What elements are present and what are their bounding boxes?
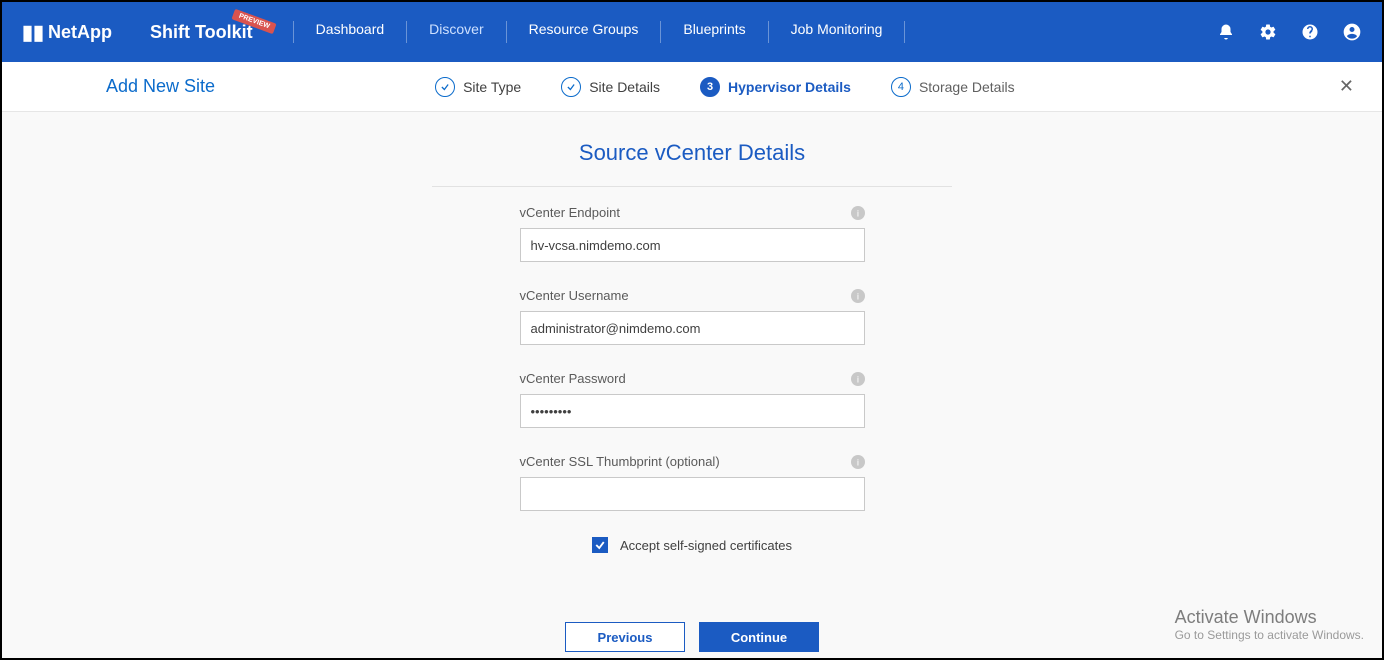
accept-self-signed-checkbox[interactable] (592, 537, 608, 553)
step-storage-details[interactable]: 4 Storage Details (891, 77, 1015, 97)
field-thumbprint: vCenter SSL Thumbprint (optional) i (520, 454, 865, 511)
step-label: Hypervisor Details (728, 79, 851, 95)
close-icon[interactable]: ✕ (1331, 72, 1362, 101)
field-username: vCenter Username i (520, 288, 865, 345)
page-title: Add New Site (106, 76, 215, 97)
svg-text:i: i (856, 374, 858, 385)
nav-separator (904, 21, 905, 43)
windows-activation-watermark: Activate Windows Go to Settings to activ… (1175, 607, 1364, 642)
vcenter-endpoint-input[interactable] (520, 228, 865, 262)
info-icon[interactable]: i (851, 289, 865, 303)
info-icon[interactable]: i (851, 206, 865, 220)
user-icon[interactable] (1342, 22, 1362, 42)
vcenter-username-input[interactable] (520, 311, 865, 345)
watermark-sub: Go to Settings to activate Windows. (1175, 628, 1364, 642)
check-icon (435, 77, 455, 97)
continue-button[interactable]: Continue (699, 622, 819, 652)
nav-discover[interactable]: Discover (407, 21, 505, 43)
check-icon (561, 77, 581, 97)
vcenter-form: vCenter Endpoint i vCenter Username i vC… (520, 205, 865, 553)
divider (432, 186, 952, 187)
watermark-title: Activate Windows (1175, 607, 1364, 628)
field-label: vCenter Endpoint (520, 205, 620, 220)
info-icon[interactable]: i (851, 372, 865, 386)
step-number: 4 (891, 77, 911, 97)
step-label: Storage Details (919, 79, 1015, 95)
brand-name: NetApp (48, 22, 112, 43)
product-name: Shift Toolkit PREVIEW (150, 22, 253, 43)
step-site-details[interactable]: Site Details (561, 77, 660, 97)
step-hypervisor-details[interactable]: 3 Hypervisor Details (700, 77, 851, 97)
top-header: ▮▮ NetApp Shift Toolkit PREVIEW Dashboar… (2, 2, 1382, 62)
bell-icon[interactable] (1216, 22, 1236, 42)
brand-logo: ▮▮ NetApp (22, 20, 112, 45)
wizard-steps: Site Type Site Details 3 Hypervisor Deta… (435, 77, 1015, 97)
nav-resource-groups[interactable]: Resource Groups (507, 21, 661, 43)
brand-mark-icon: ▮▮ (22, 20, 44, 45)
vcenter-thumbprint-input[interactable] (520, 477, 865, 511)
nav-dashboard[interactable]: Dashboard (294, 21, 407, 43)
vcenter-password-input[interactable] (520, 394, 865, 428)
field-label: vCenter SSL Thumbprint (optional) (520, 454, 720, 469)
wizard-content: Source vCenter Details vCenter Endpoint … (2, 112, 1382, 658)
svg-text:i: i (856, 291, 858, 302)
accept-self-signed-row: Accept self-signed certificates (520, 537, 865, 553)
header-actions (1216, 22, 1362, 42)
step-label: Site Details (589, 79, 660, 95)
field-password: vCenter Password i (520, 371, 865, 428)
previous-button[interactable]: Previous (565, 622, 685, 652)
field-endpoint: vCenter Endpoint i (520, 205, 865, 262)
field-label: vCenter Username (520, 288, 629, 303)
step-label: Site Type (463, 79, 521, 95)
product-label: Shift Toolkit (150, 22, 253, 42)
primary-nav: Dashboard Discover Resource Groups Bluep… (293, 21, 906, 43)
svg-text:i: i (856, 208, 858, 219)
help-icon[interactable] (1300, 22, 1320, 42)
nav-job-monitoring[interactable]: Job Monitoring (769, 21, 905, 43)
wizard-header: Add New Site Site Type Site Details 3 Hy… (2, 62, 1382, 112)
step-number: 3 (700, 77, 720, 97)
svg-text:i: i (856, 457, 858, 468)
gear-icon[interactable] (1258, 22, 1278, 42)
panel-title: Source vCenter Details (579, 140, 805, 166)
nav-blueprints[interactable]: Blueprints (661, 21, 767, 43)
info-icon[interactable]: i (851, 455, 865, 469)
field-label: vCenter Password (520, 371, 626, 386)
step-site-type[interactable]: Site Type (435, 77, 521, 97)
accept-self-signed-label: Accept self-signed certificates (620, 538, 792, 553)
